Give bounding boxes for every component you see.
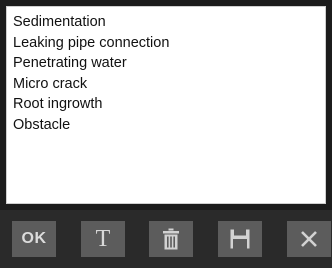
text-icon: T [95,226,111,252]
list-item[interactable]: Obstacle [13,115,325,136]
defect-list[interactable]: Sedimentation Leaking pipe connection Pe… [6,6,326,204]
ok-button[interactable]: OK [12,221,56,257]
list-item[interactable]: Micro crack [13,74,325,95]
delete-button[interactable] [149,221,193,257]
list-item[interactable]: Penetrating water [13,53,325,74]
close-button[interactable] [287,221,331,257]
dialog-window: Sedimentation Leaking pipe connection Pe… [0,0,332,268]
list-item[interactable]: Root ingrowth [13,94,325,115]
close-icon [301,231,317,247]
ok-button-label: OK [21,230,47,247]
list-item[interactable]: Leaking pipe connection [13,33,325,54]
trash-icon [163,228,179,250]
list-item[interactable]: Sedimentation [13,12,325,33]
save-button[interactable] [218,221,262,257]
floppy-disk-icon [230,229,250,249]
bottom-toolbar: OK T [0,210,332,268]
text-button[interactable]: T [81,221,125,257]
